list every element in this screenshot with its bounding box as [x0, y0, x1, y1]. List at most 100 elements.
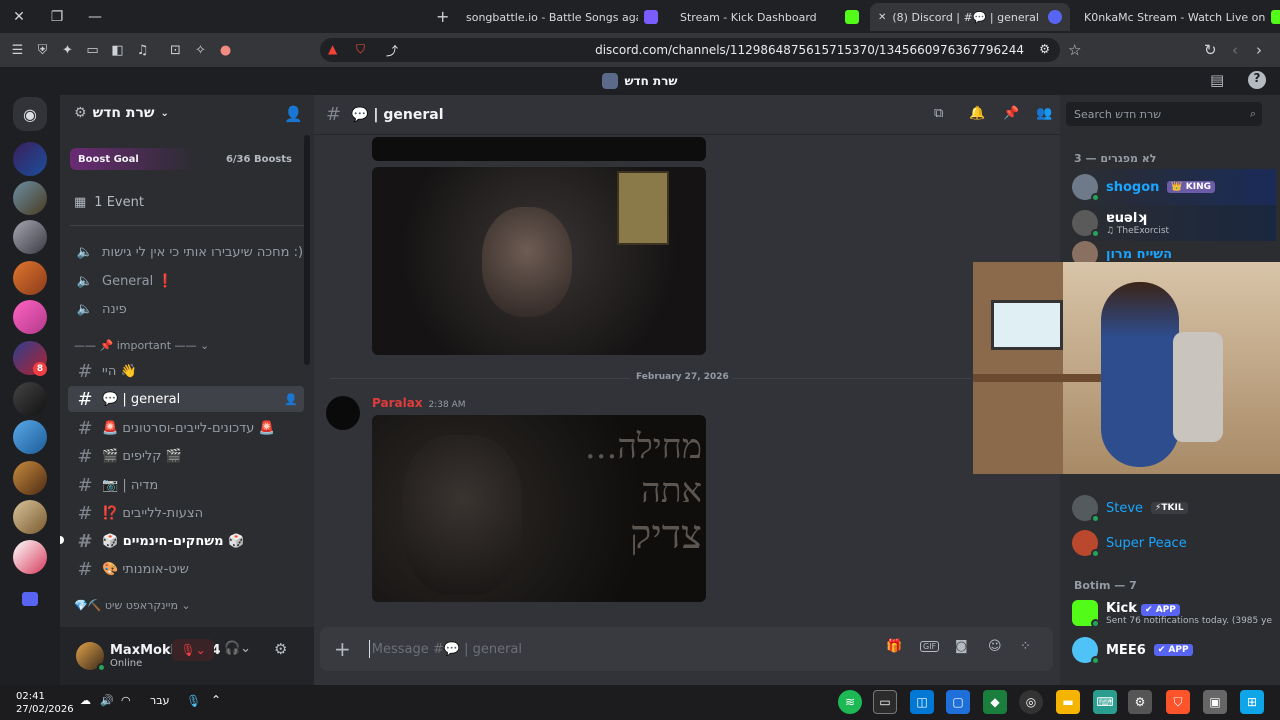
server-icon[interactable] — [13, 142, 47, 176]
app-icon[interactable]: ▢ — [946, 690, 970, 714]
sidebar-scrollbar[interactable] — [304, 135, 310, 365]
text-channel-unread[interactable]: # 🎲 משחקים-חינמיים 🎲 — [68, 528, 304, 554]
spotify-icon[interactable]: ≋ — [838, 690, 862, 714]
restore-window-icon[interactable]: ❐ — [38, 0, 76, 33]
text-channel[interactable]: # ⁉️ הצעות-ללייבים — [68, 500, 304, 526]
events-link[interactable]: ▦ 1 Event — [74, 195, 144, 210]
bookmark-icon[interactable]: ☆ — [1068, 41, 1081, 59]
help-icon[interactable]: ? — [1248, 71, 1266, 89]
wallet-icon[interactable]: ▭ — [80, 33, 105, 67]
server-icon[interactable] — [13, 382, 47, 416]
server-icon[interactable] — [13, 300, 47, 334]
category-important[interactable]: —— 📌 important —— ⌄ — [74, 339, 209, 352]
app-icon[interactable]: ◫ — [910, 690, 934, 714]
server-icon[interactable] — [13, 461, 47, 495]
avatar[interactable] — [76, 642, 106, 672]
windows-start-icon[interactable]: ⊞ — [1240, 690, 1264, 714]
text-channel[interactable]: # 📷 | מדיה — [68, 472, 304, 498]
puzzle-icon[interactable]: ✦ — [55, 33, 80, 67]
member-item[interactable]: Super Peace — [1072, 525, 1276, 561]
threads-icon[interactable]: ⧉ — [934, 106, 943, 121]
message-input[interactable]: Message #💬 | general — [372, 642, 522, 657]
recording-icon[interactable]: ● — [213, 33, 238, 67]
server-name-header[interactable]: ⚙ שרת חדש ⌄ — [74, 105, 169, 121]
minimize-window-icon[interactable]: — — [76, 0, 114, 33]
text-channel-active[interactable]: # 💬 | general 👤 — [68, 386, 304, 412]
inbox-icon[interactable]: ▤ — [1210, 71, 1224, 89]
shield-icon[interactable]: ⛨ — [30, 33, 55, 67]
category-minecraft[interactable]: 💎⛏️ מיינקראפט שיט ⌄ — [74, 599, 191, 612]
member-item[interactable]: Kick ✔ APP Sent 76 notifications today. … — [1072, 595, 1276, 631]
invite-icon[interactable]: 👤 — [284, 105, 303, 123]
attachment-image[interactable] — [372, 137, 706, 161]
brave-rewards-icon[interactable]: ▲ — [328, 42, 337, 56]
extensions-icon[interactable]: ✧ — [188, 33, 213, 67]
add-attachment-icon[interactable]: + — [334, 637, 351, 661]
site-settings-icon[interactable]: ⚙ — [1039, 42, 1050, 56]
headphones-icon[interactable]: 🎧⌄ — [224, 641, 251, 656]
obs-icon[interactable]: ◎ — [1019, 690, 1043, 714]
message-author[interactable]: Paralax — [372, 396, 423, 410]
server-icon[interactable] — [13, 500, 47, 534]
clock[interactable]: 02:41 27/02/2026 — [16, 690, 74, 716]
voice-channel[interactable]: 🔈 General ❗ — [68, 268, 304, 294]
browser-tab[interactable]: Stream - Kick Dashboard — [636, 3, 836, 31]
boost-goal-bar[interactable]: Boost Goal 6/36 Boosts — [70, 148, 300, 170]
back-icon[interactable]: ‹ — [1232, 41, 1238, 59]
close-tab-icon[interactable]: ✕ — [878, 12, 886, 23]
apps-icon[interactable]: ⁘ — [1020, 639, 1031, 654]
browser-tab[interactable]: K0nkaMc Stream - Watch Live on — [1076, 3, 1280, 31]
text-channel[interactable]: # 🚨 עדכונים-לייבים-וסרטונים 🚨 — [68, 415, 304, 441]
share-icon[interactable]: ⤴ — [386, 42, 398, 59]
server-icon[interactable] — [13, 181, 47, 215]
browser-tab[interactable]: songbattle.io - Battle Songs against o — [458, 3, 638, 31]
member-item[interactable]: MEE6 ✔ APP — [1072, 632, 1276, 668]
voice-channel[interactable]: 🔈 פינה — [68, 296, 304, 322]
terminal-icon[interactable]: ▭ — [873, 690, 897, 714]
server-icon[interactable] — [13, 261, 47, 295]
app-icon[interactable]: ⌨ — [1093, 690, 1117, 714]
attachment-image[interactable] — [372, 167, 706, 355]
screenshot-icon[interactable]: ⊡ — [163, 33, 188, 67]
app-icon[interactable]: ◆ — [983, 690, 1007, 714]
search-input[interactable]: Search שרת חדש ⌕ — [1066, 102, 1262, 126]
mute-mic-button[interactable]: 🎙⌄ — [172, 639, 214, 661]
forward-icon[interactable]: › — [1256, 41, 1262, 59]
invite-icon[interactable]: 👤 — [284, 393, 298, 406]
settings-icon[interactable]: ⚙ — [1128, 690, 1152, 714]
wifi-icon[interactable]: ◠ — [121, 694, 131, 707]
brave-browser-icon[interactable]: ⛉ — [1166, 690, 1190, 714]
reload-icon[interactable]: ↻ — [1204, 41, 1217, 59]
avatar[interactable] — [326, 396, 360, 430]
member-item[interactable]: Steve ⚡TKIL — [1072, 490, 1276, 526]
discord-home-icon[interactable]: ◉ — [13, 97, 47, 131]
brave-shield-icon[interactable]: ⛉ — [356, 42, 365, 57]
pin-icon[interactable]: 📌 — [1003, 106, 1019, 121]
cloud-icon[interactable]: ☁ — [80, 694, 91, 707]
sidebar-icon[interactable]: ◧ — [105, 33, 130, 67]
gif-icon[interactable]: GIF — [920, 641, 940, 652]
server-icon[interactable] — [13, 220, 47, 254]
server-icon[interactable] — [13, 540, 47, 574]
server-icon[interactable] — [13, 420, 47, 454]
language-indicator[interactable]: עבר — [150, 694, 169, 707]
member-list-icon[interactable]: 👥 — [1036, 106, 1052, 121]
attachment-image[interactable]: מחילה... אתה צדיק — [372, 415, 706, 602]
gift-icon[interactable]: 🎁 — [886, 639, 902, 654]
microphone-icon[interactable]: 🎙 — [186, 694, 201, 708]
sticker-icon[interactable]: ◙ — [955, 639, 968, 654]
text-channel[interactable]: # 🎬 קליפים 🎬 — [68, 443, 304, 469]
volume-icon[interactable]: 🔊 — [100, 694, 114, 707]
menu-icon[interactable]: ☰ — [5, 33, 30, 67]
music-icon[interactable]: ♫ — [130, 33, 155, 67]
emoji-icon[interactable]: ☺ — [988, 639, 1002, 654]
chevron-up-icon[interactable]: ⌃ — [211, 693, 221, 707]
text-channel[interactable]: # 🎨 שיט-אומנותי — [68, 556, 304, 582]
folder-icon[interactable] — [22, 592, 38, 606]
user-settings-icon[interactable]: ⚙ — [274, 640, 287, 658]
browser-tab-active[interactable]: ✕ (8) Discord | #💬 | general | שרת חדש — [870, 3, 1070, 31]
new-tab-icon[interactable]: + — [436, 7, 449, 26]
address-bar[interactable]: ▲ ⛉ ⤴ discord.com/channels/1129864875615… — [320, 38, 1060, 62]
app-icon[interactable]: ▣ — [1203, 690, 1227, 714]
member-item[interactable]: shogon 👑 KING — [1072, 169, 1276, 205]
